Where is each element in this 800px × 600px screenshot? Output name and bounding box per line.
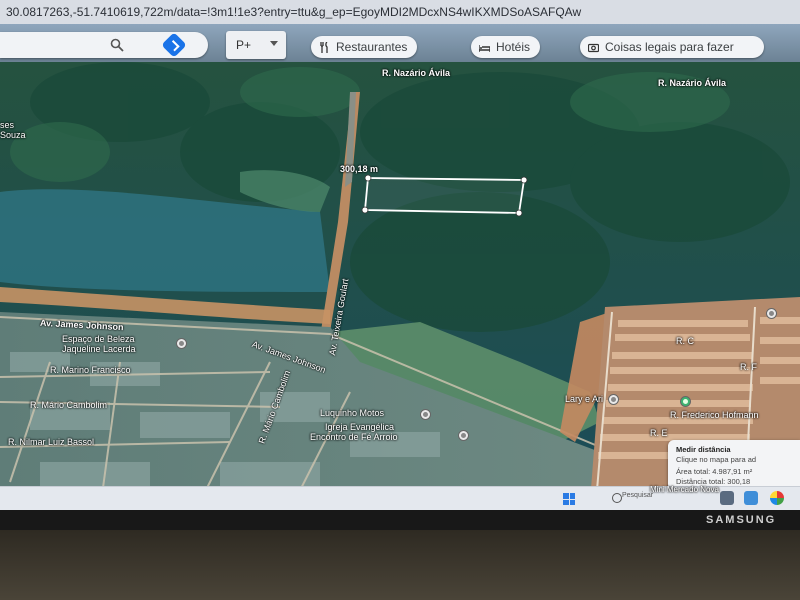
taskbar-search-label[interactable]: Pesquisar bbox=[622, 492, 653, 499]
poi-marker[interactable] bbox=[176, 338, 187, 349]
chip-things-to-do[interactable]: Coisas legais para fazer bbox=[580, 36, 764, 58]
place-label-lary-ari: Lary e Ari bbox=[565, 394, 604, 404]
address-bar[interactable]: 30.0817263,-51.7410619,722m/data=!3m1!1e… bbox=[0, 0, 800, 25]
place-label-ses: ses bbox=[0, 120, 15, 130]
poi-marker[interactable] bbox=[766, 308, 777, 319]
measure-panel-title: Medir distância bbox=[676, 445, 731, 454]
url-text[interactable]: 30.0817263,-51.7410619,722m/data=!3m1!1e… bbox=[6, 5, 581, 19]
search-icon[interactable] bbox=[110, 38, 124, 52]
chip-restaurants-label: Restaurantes bbox=[336, 40, 408, 54]
chip-restaurants[interactable]: Restaurantes bbox=[311, 36, 418, 58]
monitor-screen: 30.0817263,-51.7410619,722m/data=!3m1!1e… bbox=[0, 0, 800, 510]
os-taskbar: Pesquisar Mini Mercado Nova bbox=[0, 485, 800, 510]
bed-icon bbox=[479, 44, 490, 52]
road-label-nazario-2: R. Nazário Ávila bbox=[658, 78, 727, 88]
poi-marker[interactable] bbox=[420, 409, 431, 420]
measurement-distance-label: 300,18 m bbox=[340, 164, 379, 174]
place-label-jaqueline: Jaqueline Lacerda bbox=[62, 344, 136, 354]
directions-icon[interactable] bbox=[161, 32, 187, 58]
taskbar-app-icon[interactable] bbox=[744, 491, 758, 505]
chip-hotels[interactable]: Hotéis bbox=[471, 36, 541, 58]
taskbar-app-icon[interactable] bbox=[720, 491, 734, 505]
monitor-brand-logo: SAMSUNG bbox=[706, 514, 777, 526]
road-label-frederico: R. Frederico Hofmann bbox=[670, 410, 759, 420]
chip-things-to-do-label: Coisas legais para fazer bbox=[605, 40, 734, 54]
measure-vertex[interactable] bbox=[520, 176, 528, 184]
road-label-cambolim: R. Mário Cambolim bbox=[30, 400, 108, 410]
chip-hotels-label: Hotéis bbox=[496, 40, 531, 54]
fork-knife-icon bbox=[320, 41, 328, 53]
place-label-igreja: Igreja Evangélica bbox=[325, 422, 395, 432]
measure-vertex[interactable] bbox=[361, 206, 369, 214]
measure-panel-subtitle: Clique no mapa para ad bbox=[676, 455, 757, 464]
place-label-encontro: Encontro de Fé Arroio bbox=[310, 432, 398, 442]
monitor-bezel bbox=[0, 510, 800, 530]
poi-marker-park[interactable] bbox=[680, 396, 691, 407]
search-input[interactable] bbox=[0, 32, 208, 58]
place-label-luquinho-motos: Luquinho Motos bbox=[320, 408, 385, 418]
poi-marker[interactable] bbox=[608, 394, 619, 405]
measure-vertex[interactable] bbox=[364, 174, 372, 182]
measure-panel-area: Área total: 4.987,91 m² bbox=[676, 467, 753, 476]
layer-dropdown[interactable]: P+ bbox=[226, 31, 286, 59]
road-label-nazario: R. Nazário Ávila bbox=[382, 68, 451, 78]
place-label-minimercado: Mini Mercado Nova bbox=[650, 485, 719, 494]
place-label-souza: Souza bbox=[0, 130, 26, 140]
place-label-espaco-beleza: Espaço de Beleza bbox=[62, 334, 135, 344]
maps-toolbar: P+ Restaurantes Hotéis Coisas legais par… bbox=[0, 24, 800, 62]
measure-vertex[interactable] bbox=[515, 209, 523, 217]
taskbar-search-icon[interactable] bbox=[612, 493, 622, 503]
layer-dropdown-label: P+ bbox=[236, 38, 252, 52]
satellite-map[interactable]: 300,18 m R. Nazário Ávila R. Nazário Ávi… bbox=[0, 62, 800, 510]
poi-marker[interactable] bbox=[458, 430, 469, 441]
road-label-nilmar: R. Nilmar Luiz Bassol bbox=[8, 437, 95, 447]
windows-start-icon[interactable] bbox=[563, 493, 575, 505]
road-label-c: R. C bbox=[676, 336, 694, 346]
measure-polygon[interactable] bbox=[364, 177, 526, 214]
road-label-marino: R. Marino Francisco bbox=[50, 365, 131, 375]
chrome-icon[interactable] bbox=[770, 491, 784, 505]
road-label-f: R. F bbox=[740, 362, 757, 372]
camera-icon bbox=[588, 43, 599, 52]
desk-surface bbox=[0, 530, 800, 600]
chevron-down-icon bbox=[270, 41, 278, 46]
road-label-e: R. E bbox=[650, 428, 668, 438]
